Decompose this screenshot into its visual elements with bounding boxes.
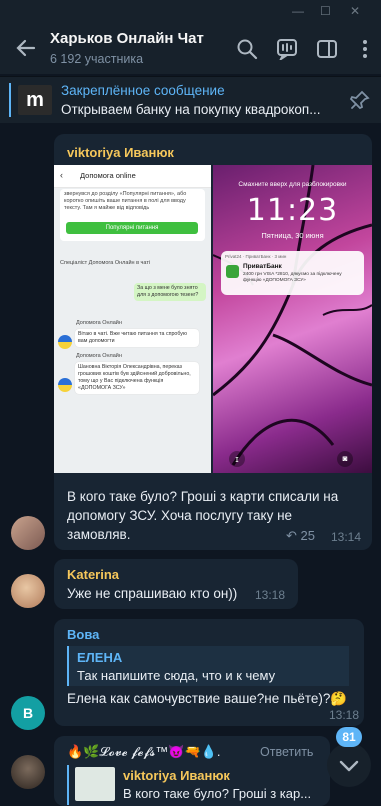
notification-title: ПриватБанк [243, 263, 282, 270]
sender-name[interactable]: Katerina [67, 567, 119, 582]
quote-author: ЕЛЕНА [77, 650, 123, 665]
screenshot-specialist-text: Спеціаліст Допомога Онлайн в чаті [60, 260, 151, 266]
reply-quote[interactable]: viktoriya Иванюк В кого таке було? Гроші… [67, 765, 319, 805]
user-avatar[interactable] [11, 516, 45, 550]
unlock-hint: Смахните вверх для разблокировки [238, 181, 347, 188]
member-count: 6 192 участника [50, 52, 144, 66]
message-text-line: замовляв. [67, 527, 131, 542]
notification-source: Privat24 · ПриватБанк · 3 мин [225, 254, 287, 259]
sender-name[interactable]: viktoriya Иванюк [67, 145, 174, 160]
close-icon[interactable]: ✕ [350, 4, 360, 18]
unread-count-badge: 81 [336, 727, 362, 747]
attached-screenshot-lockscreen[interactable]: Смахните вверх для разблокировки 11:23 П… [213, 165, 372, 473]
unpin-icon[interactable] [349, 89, 371, 111]
quote-author: viktoriya Иванюк [123, 768, 230, 783]
message-text-line: В кого таке було? Гроші з карти списали … [67, 489, 339, 504]
sender-name[interactable]: 🔥🌿𝓛𝓸𝓿𝓮 𝓯𝓮𝓯𝓼™😈🔫💧. [67, 744, 220, 760]
reply-action[interactable]: Ответить [260, 745, 313, 759]
replies-count[interactable]: ↶ 25 [286, 528, 315, 544]
message-text-line: допомогу ЗСУ. Хоча послугу таку не [67, 508, 293, 523]
message-bubble[interactable]: 🔥🌿𝓛𝓸𝓿𝓮 𝓯𝓮𝓯𝓼™😈🔫💧. Ответить viktoriya Иван… [54, 736, 330, 806]
screenshot-popular-button: Популярні питання [66, 222, 198, 234]
bank-notification: Privat24 · ПриватБанк · 3 мин ПриватБанк… [221, 251, 364, 295]
pinned-thumbnail: m [18, 85, 52, 115]
message-bubble[interactable]: Вова ЕЛЕНА Так напишите сюда, что и к че… [54, 619, 364, 726]
chat-title[interactable]: Харьков Онлайн Чат [50, 30, 204, 47]
user-avatar[interactable]: B [11, 696, 45, 730]
message-time: 13:18 [329, 708, 360, 722]
user-avatar[interactable] [11, 574, 45, 608]
search-icon[interactable] [236, 38, 258, 60]
user-avatar[interactable] [11, 755, 45, 789]
screenshot-bot-message: Вітаю в чаті. Вже читаю питання та спроб… [75, 329, 199, 347]
window-controls-bar: — ☐ ✕ [0, 0, 381, 22]
replies-count-value: 25 [300, 528, 315, 543]
pinned-title: Закреплённое сообщение [61, 83, 225, 98]
message-time: 13:14 [331, 530, 362, 544]
discussion-icon[interactable] [276, 38, 298, 62]
pinned-text: Открываем банку на покупку квадрокоп... [61, 102, 321, 117]
privatbank-icon [226, 265, 239, 278]
lockscreen-date: Пятница, 30 июня [261, 231, 324, 240]
minimize-icon[interactable]: — [292, 4, 304, 18]
chevron-down-icon [339, 760, 359, 772]
back-arrow-icon[interactable] [14, 36, 38, 60]
screenshot-chat-header: ‹ Допомога online [54, 165, 211, 188]
reply-quote[interactable]: ЕЛЕНА Так напишите сюда, что и к чему [67, 646, 349, 686]
lockscreen-clock: 11:23 [246, 193, 339, 228]
message-bubble[interactable]: viktoriya Иванюк ‹ Допомога online зверн… [54, 134, 372, 550]
pinned-message-bar[interactable]: m Закреплённое сообщение Открываем банку… [0, 76, 381, 123]
camera-icon: ◙ [337, 451, 353, 467]
reply-arrow-icon: ↶ [286, 528, 297, 543]
message-text: Уже не спрашиваю кто он)) [67, 586, 238, 601]
sidebar-toggle-icon[interactable] [316, 38, 338, 60]
message-time: 13:18 [255, 588, 286, 602]
quote-thumbnail [75, 767, 115, 801]
flashlight-icon: ɪ [229, 451, 245, 467]
pinned-indicator [9, 83, 11, 117]
screenshot-bot-avatar [58, 335, 72, 349]
screenshot-bot-avatar [58, 378, 72, 392]
screenshot-bot-message: Шановна Вікторія Олександрівна, переказ … [75, 362, 199, 394]
screenshot-intro-text: звернувся до розділу «Популярні питання»… [64, 191, 187, 211]
quote-text: Так напишите сюда, что и к чему [77, 668, 276, 683]
screenshot-bot-name: Допомога Онлайн [76, 320, 122, 326]
screenshot-intro-card: звернувся до розділу «Популярні питання»… [60, 189, 205, 241]
more-options-icon[interactable] [354, 38, 376, 60]
screenshot-bot-name: Допомога Онлайн [76, 353, 122, 359]
maximize-icon[interactable]: ☐ [320, 4, 331, 18]
chat-header: Харьков Онлайн Чат 6 192 участника [0, 22, 381, 74]
scroll-to-bottom-button[interactable] [327, 743, 371, 787]
message-bubble[interactable]: Katerina Уже не спрашиваю кто он)) 13:18 [54, 559, 298, 609]
screenshot-header-title: Допомога online [80, 171, 136, 180]
message-text: Елена как самочувствие ваше?не пьёте)?🤔 [67, 691, 348, 706]
attached-screenshot-chat[interactable]: ‹ Допомога online звернувся до розділу «… [54, 165, 211, 473]
sender-name[interactable]: Вова [67, 627, 99, 642]
notification-text: 2400 грн VISA *2810, дякуємо за підключе… [243, 272, 342, 283]
quote-text: В кого таке було? Гроші з кар... [123, 786, 312, 801]
screenshot-user-message: За що з мене було знято для з допомогою … [134, 283, 206, 301]
